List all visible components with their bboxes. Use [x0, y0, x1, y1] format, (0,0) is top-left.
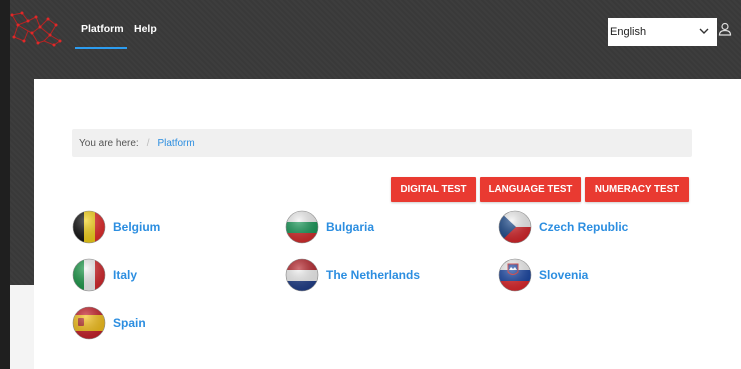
country-name: Bulgaria	[326, 220, 375, 234]
content-card: You are here: / Platform DIGITAL TEST LA…	[34, 79, 741, 369]
nav-active-indicator	[75, 47, 127, 49]
breadcrumb-prefix: You are here:	[79, 137, 139, 149]
language-select[interactable]: English	[608, 18, 717, 46]
country-name: Italy	[113, 268, 138, 282]
country-italy[interactable]: Italy	[72, 258, 137, 292]
bulgaria-flag-icon	[285, 210, 319, 244]
country-the-netherlands[interactable]: The Netherlands	[285, 258, 420, 292]
netherlands-flag-icon	[285, 258, 319, 292]
language-select-value: English	[610, 26, 647, 38]
country-name: Spain	[113, 316, 146, 330]
country-name: The Netherlands	[326, 268, 421, 282]
app-frame: Platform Help English You are here: / Pl…	[10, 0, 741, 369]
country-czech-republic[interactable]: Czech Republic	[498, 210, 628, 244]
nav-help[interactable]: Help	[134, 23, 157, 35]
country-name: Belgium	[113, 220, 161, 234]
nav-platform[interactable]: Platform	[81, 23, 124, 35]
country-slovenia[interactable]: Slovenia	[498, 258, 588, 292]
logo-icon[interactable]	[10, 11, 62, 47]
country-belgium[interactable]: Belgium	[72, 210, 160, 244]
breadcrumb-separator: /	[146, 137, 150, 149]
spain-flag-icon	[72, 306, 106, 340]
digital-test-button[interactable]: DIGITAL TEST	[391, 177, 476, 202]
country-name: Czech Republic	[539, 220, 629, 234]
user-icon[interactable]	[718, 22, 732, 36]
slovenia-flag-icon	[498, 258, 532, 292]
czech-flag-icon	[498, 210, 532, 244]
country-bulgaria[interactable]: Bulgaria	[285, 210, 374, 244]
chevron-down-icon	[699, 28, 709, 34]
language-test-button[interactable]: LANGUAGE TEST	[480, 177, 581, 202]
breadcrumb: You are here: / Platform	[72, 129, 692, 157]
numeracy-test-button[interactable]: NUMERACY TEST	[585, 177, 689, 202]
country-name: Slovenia	[539, 268, 589, 282]
belgium-flag-icon	[72, 210, 106, 244]
breadcrumb-platform-link[interactable]: Platform	[157, 138, 194, 149]
italy-flag-icon	[72, 258, 106, 292]
top-navbar: Platform Help English	[10, 0, 741, 60]
country-spain[interactable]: Spain	[72, 306, 146, 340]
